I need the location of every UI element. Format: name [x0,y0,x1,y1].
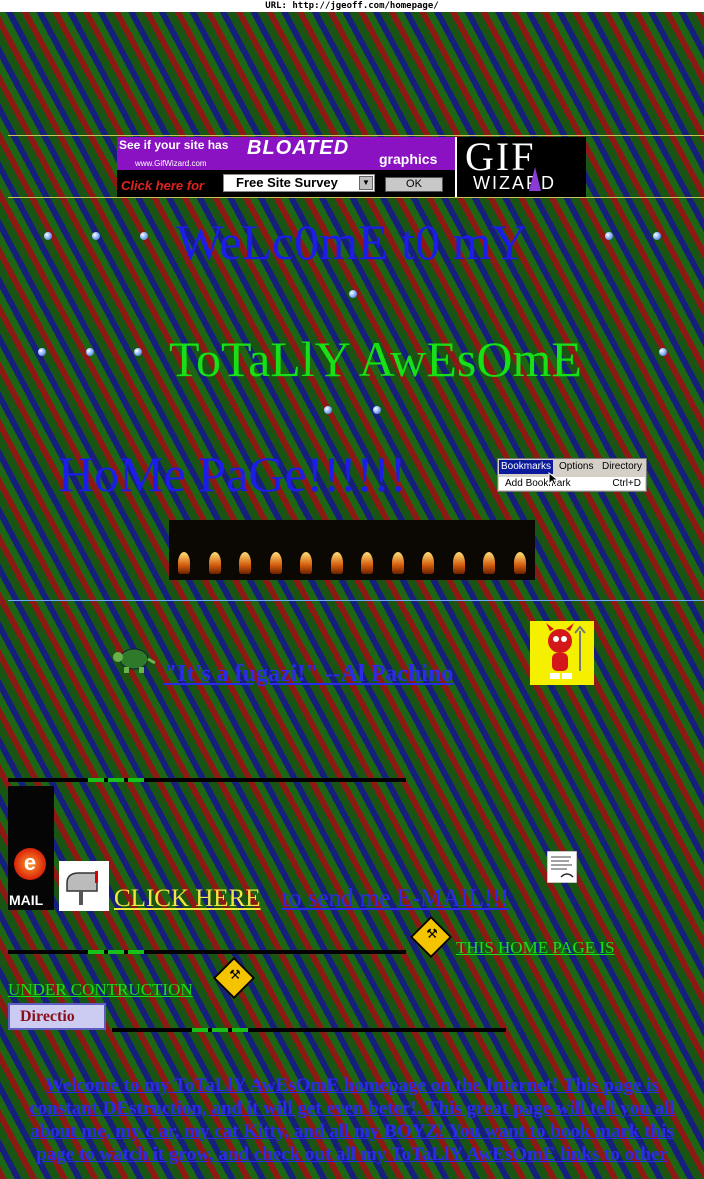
ad-banner[interactable]: See if your site has BLOATED graphics ww… [117,134,586,197]
sparkle-dot [134,348,142,356]
menu-dropdown-row: Add Bookmark Ctrl+D [499,477,645,490]
flames-animation [169,520,535,580]
flame-icon [352,520,383,580]
paper-note-icon [547,851,577,883]
ad-ok-button[interactable]: OK [385,177,443,192]
chevron-down-icon[interactable]: ▼ [359,176,373,190]
sparkle-dot [605,232,613,240]
cursor-icon [548,472,558,486]
sparkle-dot [38,348,46,356]
flame-icon [383,520,414,580]
directory-button[interactable]: Directio [8,1003,106,1030]
ad-site: www.GifWizard.com [135,159,207,168]
menu-item-options: Options [559,461,594,472]
sparkle-dot [92,232,100,240]
browser-menu-graphic: Bookmarks Options Directory Add Bookmark… [497,458,647,492]
divider [8,135,704,136]
flame-icon [505,520,536,580]
email-gif-label: MAIL [9,892,44,908]
flame-icon [291,520,322,580]
separator-bar [8,950,406,954]
flame-icon [169,520,200,580]
email-animation-icon[interactable]: e MAIL [8,786,54,910]
separator-bar [112,1028,506,1032]
sparkle-dot [324,406,332,414]
email-click-here-link[interactable]: CLICK HERE [114,885,261,913]
construction-icon: ⚒ [212,956,256,1000]
construction-notice-line-1[interactable]: THIS HOME PAGE IS [456,938,615,958]
sparkle-dot [86,348,94,356]
sparkle-dot [349,290,357,298]
flame-icon [261,520,292,580]
flame-icon [413,520,444,580]
sparkle-dot [140,232,148,240]
sparkle-dot [44,232,52,240]
flame-icon [444,520,475,580]
menu-item-directory: Directory [602,461,643,472]
mailbox-icon[interactable] [59,861,109,911]
divider [8,600,704,601]
sparkle-dot [659,348,667,356]
ad-suffix: graphics [379,151,438,167]
menu-dropdown-label: Add Bookmark [505,478,571,489]
flame-icon [230,520,261,580]
gifwizard-logo[interactable]: GIF WIZARD [457,134,586,197]
menu-item-bookmarks: Bookmarks [499,460,554,474]
page-title-line-3: HoMe PaGe!!!!!! [58,446,407,502]
flame-icon [322,520,353,580]
devil-icon [530,621,594,685]
separator-bar [8,778,406,782]
turtle-icon [113,648,156,673]
logo-bottom-text: WIZARD [473,173,556,193]
flame-icon [474,520,505,580]
menu-dropdown-shortcut: Ctrl+D [612,478,641,489]
quote-link[interactable]: "It's a fugazi!" --Al Pachino [164,661,453,688]
welcome-paragraph[interactable]: Welcome to my ToTaLlY AwEsOmE homepage o… [14,1074,690,1166]
ad-survey-select[interactable]: Free Site Survey ▼ [223,174,375,192]
sparkle-dot [373,406,381,414]
construction-icon: ⚒ [409,915,453,959]
flame-icon [200,520,231,580]
ad-cta[interactable]: Click here for [121,178,204,193]
ad-highlight: BLOATED [247,137,350,159]
page-title-line-1: WeLc0mE t0 mY [176,214,528,270]
ad-bottom-panel: Click here for Free Site Survey ▼ OK [117,170,455,197]
wizard-hat-icon [529,167,541,191]
email-e-symbol: e [14,848,46,880]
url-bar: URL: http://jgeoff.com/homepage/ [0,0,704,12]
ad-select-value: Free Site Survey [236,175,338,190]
construction-notice-line-2[interactable]: UNDER CONTRUCTION [8,980,193,1000]
ad-top-panel: See if your site has BLOATED graphics ww… [117,137,455,170]
sparkle-dot [653,232,661,240]
email-send-link[interactable]: to send me E-MAIL!!! [282,885,509,913]
ad-headline: See if your site has [119,138,229,152]
divider [8,197,704,198]
page-title-line-2: ToTaLlY AwEsOmE [169,331,582,387]
